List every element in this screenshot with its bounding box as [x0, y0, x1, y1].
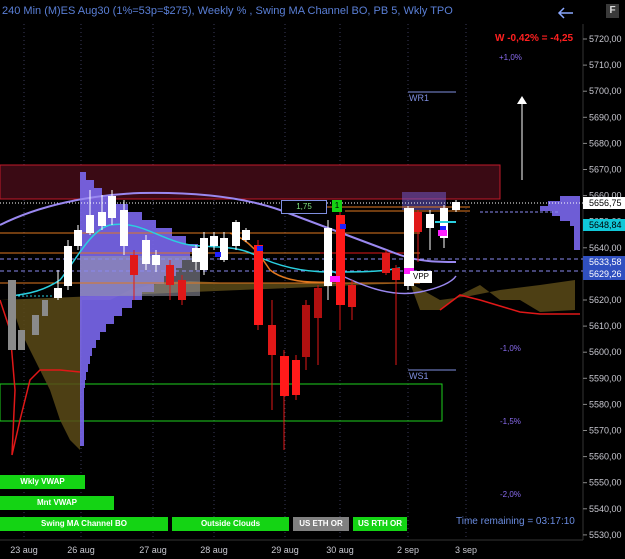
outside-clouds-button[interactable]: Outside Clouds — [172, 517, 289, 531]
price-tick-label: 5590,00 — [589, 373, 622, 383]
current-price-tag: 5656,75 — [589, 198, 622, 208]
price-tick-label: 5570,00 — [589, 426, 622, 436]
date-axis-labels: 23 aug 26 aug 27 aug 28 aug 29 aug 30 aug 2 se… — [10, 545, 477, 555]
swing-marker-label: 1 — [332, 200, 342, 212]
price-tick-label: 5640,00 — [589, 243, 622, 253]
price-tick-label: 5540,00 — [589, 504, 622, 514]
wkly-vwap-button[interactable]: Wkly VWAP — [0, 475, 85, 489]
date-tick-label: 29 aug — [271, 545, 299, 555]
wr1-label: WR1 — [409, 93, 429, 103]
blue-price-tag-2: 5629,26 — [589, 269, 622, 279]
price-tick-label: 5680,00 — [589, 138, 622, 148]
date-tick-label: 27 aug — [139, 545, 167, 555]
pct-minus-1-5: -1,5% — [500, 417, 521, 426]
date-tick-label: 30 aug — [326, 545, 354, 555]
us-rth-or-button[interactable]: US RTH OR — [353, 517, 407, 531]
weekly-change-label: W -0,42% = -4,25 — [495, 33, 574, 44]
swing-ma-channel-button[interactable]: Swing MA Channel BO — [0, 517, 168, 531]
date-tick-label: 3 sep — [455, 545, 477, 555]
date-tick-label: 23 aug — [10, 545, 38, 555]
vpp-label: VPP — [410, 271, 433, 283]
price-tick-label: 5720,00 — [589, 34, 622, 44]
swing-value-label: 1,75 — [281, 200, 327, 214]
price-tick-label: 5610,00 — [589, 321, 622, 331]
date-tick-label: 28 aug — [200, 545, 228, 555]
cyan-price-tag: 5648,84 — [589, 220, 622, 230]
price-tick-label: 5620,00 — [589, 295, 622, 305]
date-tick-label: 2 sep — [397, 545, 419, 555]
price-tick-label: 5560,00 — [589, 452, 622, 462]
pct-plus-1: +1,0% — [499, 53, 522, 62]
format-corner-button[interactable]: F — [606, 4, 619, 18]
price-tick-label: 5550,00 — [589, 478, 622, 488]
back-arrow-icon[interactable] — [556, 6, 576, 20]
pct-minus-1: -1,0% — [500, 344, 521, 353]
date-tick-label: 26 aug — [67, 545, 95, 555]
time-remaining-status: Time remaining = 03:17:10 — [456, 516, 575, 527]
target-arrow-head — [517, 96, 527, 104]
us-eth-or-button[interactable]: US ETH OR — [293, 517, 349, 531]
price-tick-label: 5690,00 — [589, 112, 622, 122]
pct-minus-2: -2,0% — [500, 490, 521, 499]
price-tick-label: 5580,00 — [589, 399, 622, 409]
price-tick-label: 5530,00 — [589, 530, 622, 540]
price-tick-label: 5710,00 — [589, 60, 622, 70]
price-chart[interactable]: 5720,00 5710,00 5700,00 5690,00 5680,00 5670,… — [0, 0, 625, 559]
blue-price-tag-1: 5633,58 — [589, 257, 622, 267]
mnt-vwap-button[interactable]: Mnt VWAP — [0, 496, 114, 510]
price-tick-label: 5700,00 — [589, 86, 622, 96]
tpo-profile — [80, 172, 198, 446]
chart-title: 240 Min (M)ES Aug30 (1%=53p=$275), Weekl… — [2, 5, 453, 17]
ma-orange — [229, 232, 331, 284]
ws1-label: WS1 — [409, 371, 429, 381]
price-tick-label: 5670,00 — [589, 165, 622, 175]
price-tick-label: 5600,00 — [589, 347, 622, 357]
